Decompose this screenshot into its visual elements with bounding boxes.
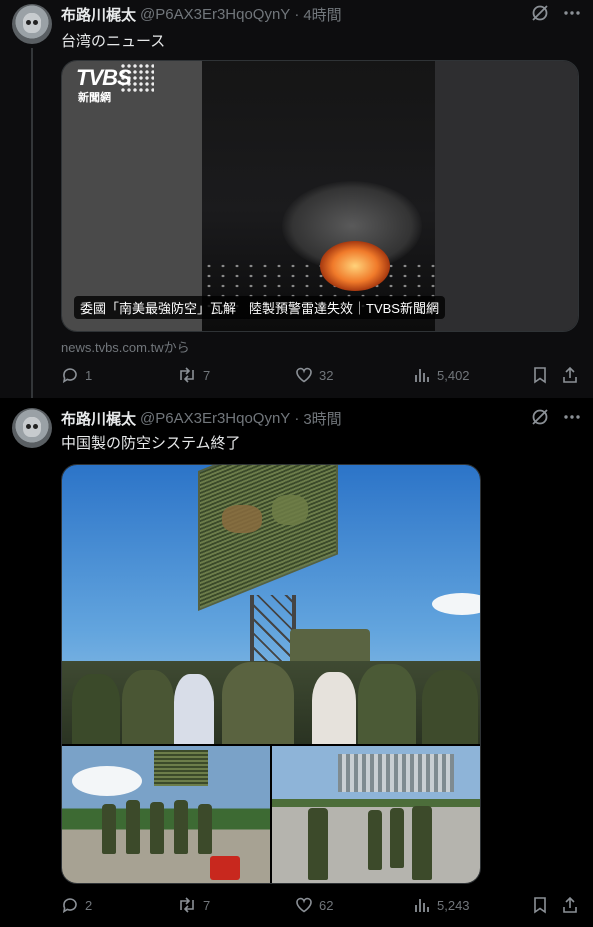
tweet-actions: 1 7 32 5,402 xyxy=(61,366,581,388)
person xyxy=(72,674,120,744)
more-icon[interactable] xyxy=(563,408,581,426)
soldier xyxy=(102,804,116,854)
soldier xyxy=(150,802,164,854)
reply-count: 1 xyxy=(85,367,93,383)
avatar-eye xyxy=(33,20,38,25)
person xyxy=(358,664,416,744)
soldier xyxy=(174,800,188,854)
radar-panel xyxy=(198,465,338,611)
video-frame-right xyxy=(435,61,578,331)
link-domain[interactable]: news.tvbs.com.twから xyxy=(61,337,190,356)
retweet-count: 7 xyxy=(203,897,211,913)
photo-soldiers-radar[interactable] xyxy=(62,746,270,883)
retweet-icon xyxy=(177,896,197,914)
reply-button[interactable]: 1 xyxy=(61,366,92,384)
photo-radar-main[interactable] xyxy=(62,465,480,744)
header-actions xyxy=(531,4,581,22)
display-name[interactable]: 布路川梶太 xyxy=(61,4,136,25)
more-icon[interactable] xyxy=(563,4,581,22)
user-handle[interactable]: @P6AX3Er3HqoQynY xyxy=(140,410,290,427)
share-button[interactable] xyxy=(561,896,579,914)
cloud xyxy=(432,593,480,615)
heart-icon xyxy=(295,366,313,384)
tweet-actions: 2 7 62 5,243 xyxy=(61,896,581,918)
header-separator: · xyxy=(294,409,300,427)
share-icon xyxy=(561,896,579,914)
header-actions xyxy=(531,408,581,426)
avatar[interactable] xyxy=(12,4,52,44)
thread-line xyxy=(31,48,33,400)
retweet-count: 7 xyxy=(203,367,211,383)
tweet-text: 中国製の防空システム終了 xyxy=(61,435,241,452)
tweet-header: 布路川梶太 @P6AX3Er3HqoQynY · 4時間 xyxy=(61,4,342,24)
display-name[interactable]: 布路川梶太 xyxy=(61,408,136,429)
heart-icon xyxy=(295,896,313,914)
avatar-eye xyxy=(26,424,31,429)
share-button[interactable] xyxy=(561,366,579,384)
tweet-header: 布路川梶太 @P6AX3Er3HqoQynY · 3時間 xyxy=(61,408,342,428)
views-icon xyxy=(413,366,431,384)
tvbs-logo: TVBS xyxy=(76,65,132,90)
person xyxy=(222,662,294,744)
tweet[interactable]: 布路川梶太 @P6AX3Er3HqoQynY · 4時間 台湾のニュース TVB… xyxy=(0,0,593,400)
camo-patch xyxy=(222,505,262,533)
share-icon xyxy=(561,366,579,384)
bookmark-button[interactable] xyxy=(531,896,549,914)
reply-count: 2 xyxy=(85,897,93,913)
photo-soldiers-walking[interactable] xyxy=(272,746,480,883)
like-count: 32 xyxy=(319,367,334,383)
reply-icon xyxy=(61,896,79,914)
soldier xyxy=(126,800,140,854)
views-count: 5,243 xyxy=(437,897,470,913)
like-count: 62 xyxy=(319,897,334,913)
fire-glow xyxy=(320,241,390,291)
ceremonial-box xyxy=(210,856,240,880)
grok-icon[interactable] xyxy=(531,4,549,22)
views-button[interactable]: 5,402 xyxy=(413,366,470,384)
tvbs-logo-sub: 新聞網 xyxy=(78,92,111,104)
views-icon xyxy=(413,896,431,914)
person xyxy=(422,670,478,744)
tweet-time[interactable]: 4時間 xyxy=(303,4,341,25)
cloud xyxy=(72,766,142,796)
card-title: 委國「南美最強防空」瓦解 陸製預警雷達失效｜TVBS新聞網 xyxy=(74,296,445,319)
person xyxy=(122,670,174,744)
like-button[interactable]: 62 xyxy=(295,896,333,914)
bookmark-icon xyxy=(531,366,549,384)
retweet-button[interactable]: 7 xyxy=(177,896,210,914)
photo-grid[interactable] xyxy=(61,464,481,884)
camo-patch xyxy=(272,495,308,525)
person xyxy=(174,674,214,744)
header-separator: · xyxy=(294,5,300,23)
radar-array xyxy=(338,754,454,792)
avatar-eye xyxy=(33,424,38,429)
bookmark-button[interactable] xyxy=(531,366,549,384)
views-count: 5,402 xyxy=(437,367,470,383)
retweet-icon xyxy=(177,366,197,384)
avatar[interactable] xyxy=(12,408,52,448)
reply-icon xyxy=(61,366,79,384)
like-button[interactable]: 32 xyxy=(295,366,333,384)
user-handle[interactable]: @P6AX3Er3HqoQynY xyxy=(140,6,290,23)
soldier xyxy=(390,808,404,868)
retweet-button[interactable]: 7 xyxy=(177,366,210,384)
soldier xyxy=(198,804,212,854)
person xyxy=(312,672,356,744)
soldier xyxy=(412,806,432,880)
bookmark-icon xyxy=(531,896,549,914)
grok-icon[interactable] xyxy=(531,408,549,426)
tweet-time[interactable]: 3時間 xyxy=(303,408,341,429)
views-button[interactable]: 5,243 xyxy=(413,896,470,914)
tweet[interactable]: 布路川梶太 @P6AX3Er3HqoQynY · 3時間 中国製の防空システム終… xyxy=(0,398,593,927)
avatar-eye xyxy=(26,20,31,25)
tweet-text: 台湾のニュース xyxy=(61,33,166,50)
soldier xyxy=(368,810,382,870)
link-card[interactable]: TVBS 新聞網 委國「南美最強防空」瓦解 陸製預警雷達失效｜TVBS新聞網 xyxy=(61,60,579,332)
officials-group xyxy=(62,661,480,744)
soldier xyxy=(308,808,328,880)
reply-button[interactable]: 2 xyxy=(61,896,92,914)
radar-panel xyxy=(154,750,208,786)
